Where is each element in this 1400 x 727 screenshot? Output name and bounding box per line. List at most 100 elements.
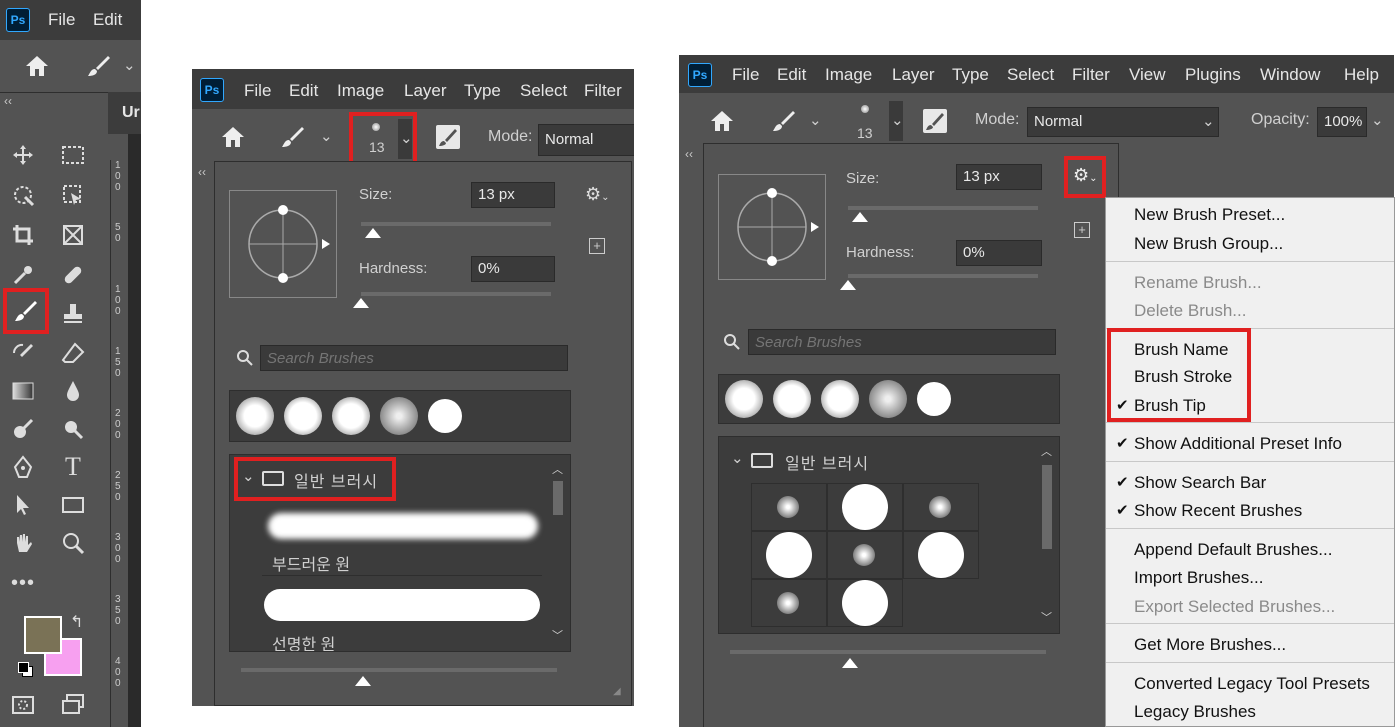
brush-grid-cell[interactable] (903, 483, 979, 531)
menu-get-more-brushes[interactable]: Get More Brushes... (1106, 631, 1394, 659)
path-select-tool-icon[interactable] (8, 490, 38, 520)
menu-new-brush-preset[interactable]: New Brush Preset... (1106, 201, 1394, 229)
marquee-tool-icon[interactable] (58, 140, 88, 170)
new-preset-icon[interactable]: + (1074, 222, 1090, 238)
object-select-tool-icon[interactable] (58, 180, 88, 210)
more-tools-icon[interactable]: ••• (8, 568, 38, 598)
size-slider-thumb[interactable] (852, 212, 868, 222)
brush-tool-icon[interactable] (771, 109, 797, 133)
hardness-input[interactable]: 0% (471, 256, 555, 282)
chevron-down-icon[interactable]: ⌄ (320, 127, 333, 145)
brush-grid-cell[interactable] (751, 483, 827, 531)
foreground-color-swatch[interactable] (24, 616, 62, 654)
frame-tool-icon[interactable] (58, 220, 88, 250)
menu-type[interactable]: Type (952, 65, 989, 85)
menu-import-brushes[interactable]: Import Brushes... (1106, 564, 1394, 592)
default-colors-icon[interactable] (18, 662, 33, 677)
pen-tool-icon[interactable] (8, 452, 38, 482)
search-brushes-input[interactable] (748, 329, 1056, 355)
hardness-slider-track[interactable] (848, 274, 1038, 278)
brush-grid-cell[interactable] (827, 579, 903, 627)
resize-grip-icon[interactable]: ◢ (613, 686, 621, 697)
swap-colors-icon[interactable]: ↰ (70, 612, 83, 632)
home-icon[interactable] (24, 54, 50, 78)
menu-layer[interactable]: Layer (892, 65, 935, 85)
size-input[interactable]: 13 px (956, 164, 1042, 190)
stamp-tool-icon[interactable] (58, 298, 88, 328)
brush-tool-icon[interactable] (280, 125, 306, 149)
size-slider-thumb[interactable] (365, 228, 381, 238)
menu-select[interactable]: Select (520, 81, 567, 101)
brush-settings-panel-icon[interactable] (923, 109, 947, 133)
recent-brush-thumb[interactable] (236, 397, 274, 435)
brush-grid-cell[interactable] (827, 531, 903, 579)
preview-size-thumb[interactable] (842, 658, 858, 668)
recent-brush-thumb[interactable] (284, 397, 322, 435)
recent-brush-thumb[interactable] (917, 382, 951, 416)
search-brushes-input[interactable] (260, 345, 568, 371)
healing-brush-tool-icon[interactable] (58, 260, 88, 290)
brush-tip-shape-preview[interactable] (718, 174, 826, 280)
zoom-search-tool-icon[interactable] (58, 414, 88, 444)
brush-grid-cell[interactable] (903, 531, 979, 579)
menu-rename-brush[interactable]: Rename Brush... (1106, 269, 1394, 297)
gradient-tool-icon[interactable] (8, 376, 38, 406)
hardness-slider-thumb[interactable] (353, 298, 369, 308)
mode-select[interactable]: Normal (538, 124, 634, 156)
menu-filter[interactable]: Filter (584, 81, 622, 101)
menu-help[interactable]: Help (1344, 65, 1379, 85)
brush-grid-cell[interactable] (751, 531, 827, 579)
left-document-tab[interactable]: Ur (108, 92, 141, 134)
hardness-slider-thumb[interactable] (840, 280, 856, 290)
chevron-down-icon[interactable]: ⌄ (123, 56, 136, 74)
folder-row[interactable]: ⌄ 일반 브러시 (240, 465, 390, 493)
menu-new-brush-group[interactable]: New Brush Group... (1106, 230, 1394, 258)
hand-tool-icon[interactable] (8, 528, 38, 558)
menu-image[interactable]: Image (825, 65, 872, 85)
brush-picker-dropdown[interactable]: ⌄ (398, 119, 413, 159)
recent-brush-thumb[interactable] (773, 380, 811, 418)
brush-settings-panel-icon[interactable] (436, 125, 460, 149)
type-tool-icon[interactable]: T (58, 452, 88, 482)
quick-mask-icon[interactable] (8, 690, 38, 720)
menu-edit[interactable]: Edit (777, 65, 806, 85)
crop-tool-icon[interactable] (8, 220, 38, 250)
size-slider-track[interactable] (848, 206, 1038, 210)
home-icon[interactable] (709, 109, 735, 133)
brush-item[interactable]: 선명한 원 (262, 579, 542, 651)
menu-edit[interactable]: Edit (93, 10, 122, 30)
brush-picker-dropdown[interactable]: ⌄ (889, 101, 904, 141)
menu-show-recent-brushes[interactable]: ✔ Show Recent Brushes (1106, 497, 1394, 525)
folder-row[interactable]: ⌄ 일반 브러시 (729, 447, 1029, 475)
home-icon[interactable] (220, 125, 246, 149)
menu-append-default-brushes[interactable]: Append Default Brushes... (1106, 536, 1394, 564)
menu-show-additional-preset-info[interactable]: ✔ Show Additional Preset Info (1106, 430, 1394, 458)
recent-brush-thumb[interactable] (428, 399, 462, 433)
brush-grid-cell[interactable] (827, 483, 903, 531)
blur-tool-icon[interactable] (58, 376, 88, 406)
list-scrollbar[interactable]: ︿ ﹀ (1039, 443, 1053, 627)
menu-window[interactable]: Window (1260, 65, 1320, 85)
menu-file[interactable]: File (244, 81, 271, 101)
recent-brush-thumb[interactable] (725, 380, 763, 418)
brush-tip-shape-preview[interactable] (229, 190, 337, 298)
menu-type[interactable]: Type (464, 81, 501, 101)
dodge-tool-icon[interactable] (8, 414, 38, 444)
right-collapse-icon[interactable]: ‹‹ (685, 147, 693, 161)
menu-layer[interactable]: Layer (404, 81, 447, 101)
chevron-down-icon[interactable]: ⌄ (809, 111, 822, 129)
menu-delete-brush[interactable]: Delete Brush... (1106, 297, 1394, 325)
size-slider-track[interactable] (361, 222, 551, 226)
screen-mode-icon[interactable] (58, 690, 88, 720)
size-input[interactable]: 13 px (471, 182, 555, 208)
chevron-down-icon[interactable]: ⌄ (1371, 111, 1384, 129)
menu-show-search-bar[interactable]: ✔ Show Search Bar (1106, 469, 1394, 497)
opacity-input[interactable]: 100% (1317, 107, 1367, 137)
menu-filter[interactable]: Filter (1072, 65, 1110, 85)
list-scrollbar[interactable]: ︿ ﹀ (550, 461, 564, 645)
eyedropper-tool-icon[interactable] (8, 260, 38, 290)
quick-select-tool-icon[interactable] (8, 180, 38, 210)
history-brush-tool-icon[interactable] (8, 338, 38, 368)
menu-export-selected-brushes[interactable]: Export Selected Brushes... (1106, 593, 1394, 621)
hardness-slider-track[interactable] (361, 292, 551, 296)
